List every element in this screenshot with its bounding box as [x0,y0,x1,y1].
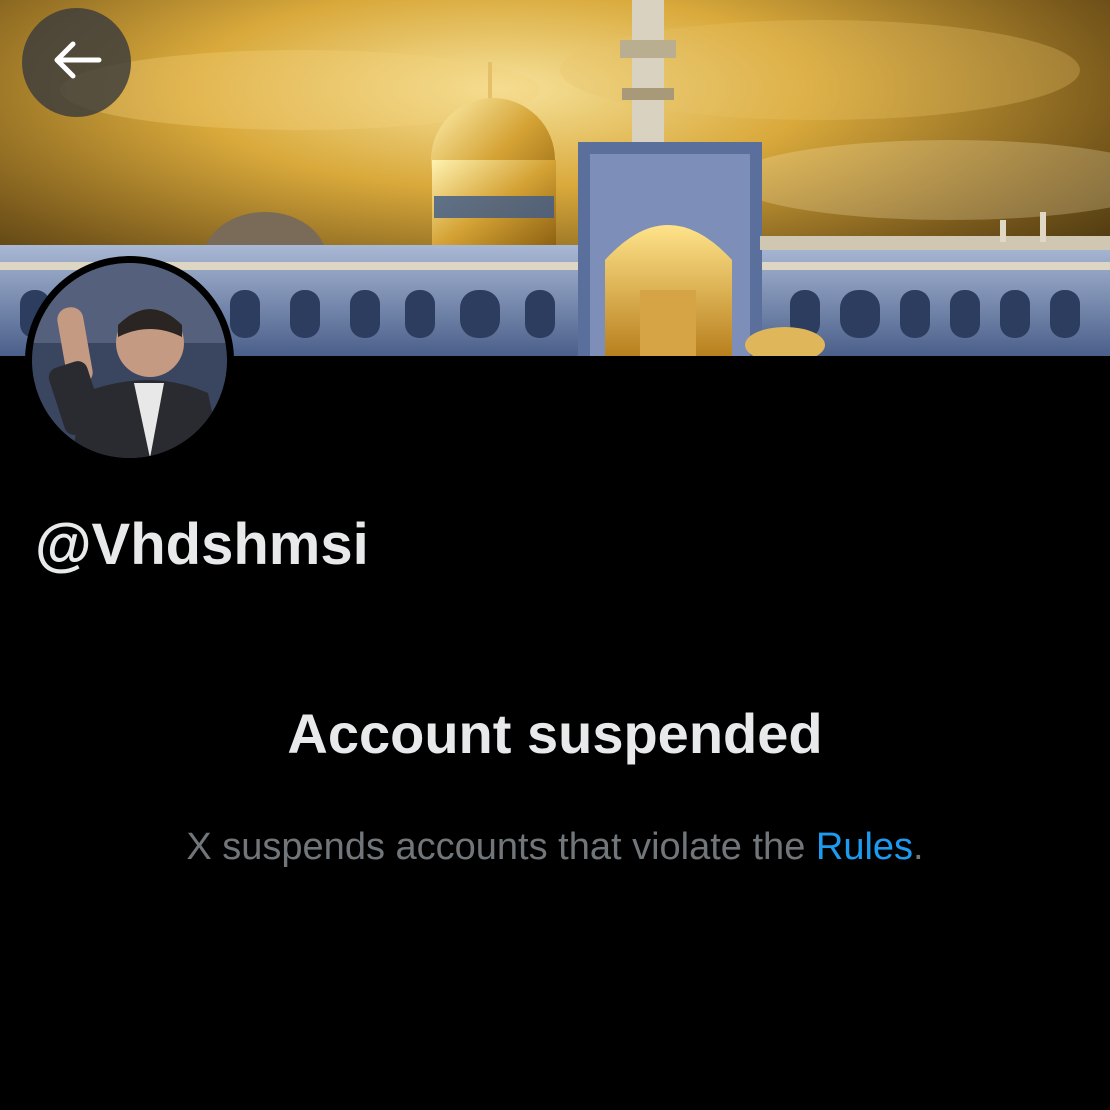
avatar[interactable] [32,263,227,458]
rules-link[interactable]: Rules [816,826,913,868]
back-button[interactable] [22,8,131,117]
suspended-description: X suspends accounts that violate the Rul… [0,823,1110,871]
profile-page: @Vhdshmsi Account suspended X suspends a… [0,0,1110,1110]
description-suffix: . [913,826,924,868]
description-prefix: X suspends accounts that violate the [186,826,816,868]
arrow-left-icon [51,40,103,85]
profile-handle: @Vhdshmsi [35,512,369,577]
suspended-title: Account suspended [287,702,823,765]
avatar-frame [25,256,234,465]
